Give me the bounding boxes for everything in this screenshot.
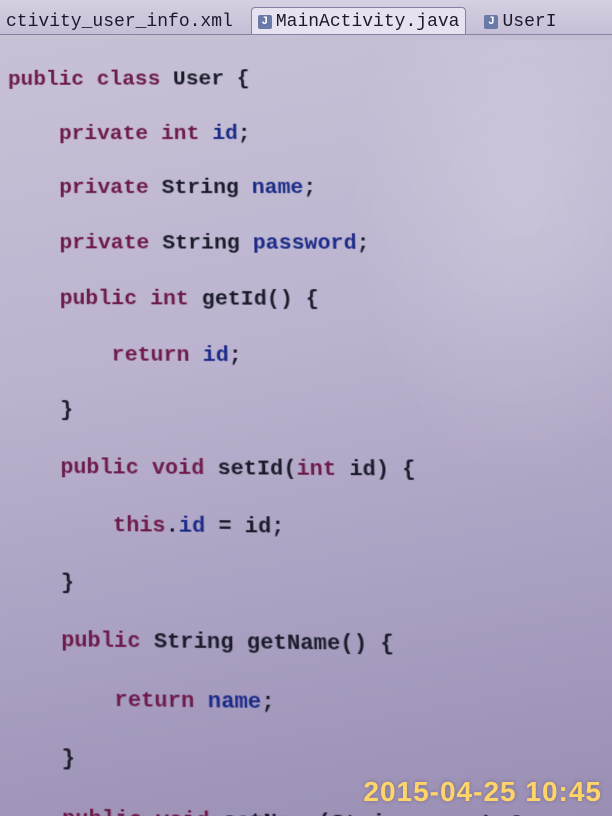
code-line: public int getId() { — [8, 286, 612, 316]
code-line: return name; — [8, 686, 612, 724]
code-line: public void setId(int id) { — [8, 455, 612, 488]
code-editor[interactable]: public class User { private int id; priv… — [0, 33, 612, 816]
tab-label: UserI — [502, 12, 556, 32]
tab-main-activity-java[interactable]: J MainActivity.java — [251, 7, 467, 34]
ide-screenshot: ctivity_user_info.xml J MainActivity.jav… — [0, 0, 612, 816]
camera-timestamp-overlay: 2015-04-25 10:45 — [363, 776, 602, 808]
code-line: public class User { — [8, 66, 612, 95]
code-line: return id; — [8, 342, 612, 373]
code-line: } — [8, 569, 612, 605]
code-line: } — [8, 398, 612, 430]
tab-user-i[interactable]: J UserI — [478, 8, 562, 34]
java-file-icon: J — [484, 15, 498, 29]
tab-label: MainActivity.java — [276, 12, 460, 32]
editor-tab-bar: ctivity_user_info.xml J MainActivity.jav… — [0, 0, 612, 35]
code-line: this.id = id; — [8, 512, 612, 546]
tab-label: ctivity_user_info.xml — [6, 12, 233, 32]
java-file-icon: J — [258, 15, 272, 29]
code-line: public String getName() { — [8, 628, 612, 665]
code-line: private String name; — [8, 176, 612, 204]
code-line: private int id; — [8, 121, 612, 149]
tab-user-info-xml[interactable]: ctivity_user_info.xml — [0, 8, 239, 34]
code-line: private String password; — [8, 231, 612, 260]
